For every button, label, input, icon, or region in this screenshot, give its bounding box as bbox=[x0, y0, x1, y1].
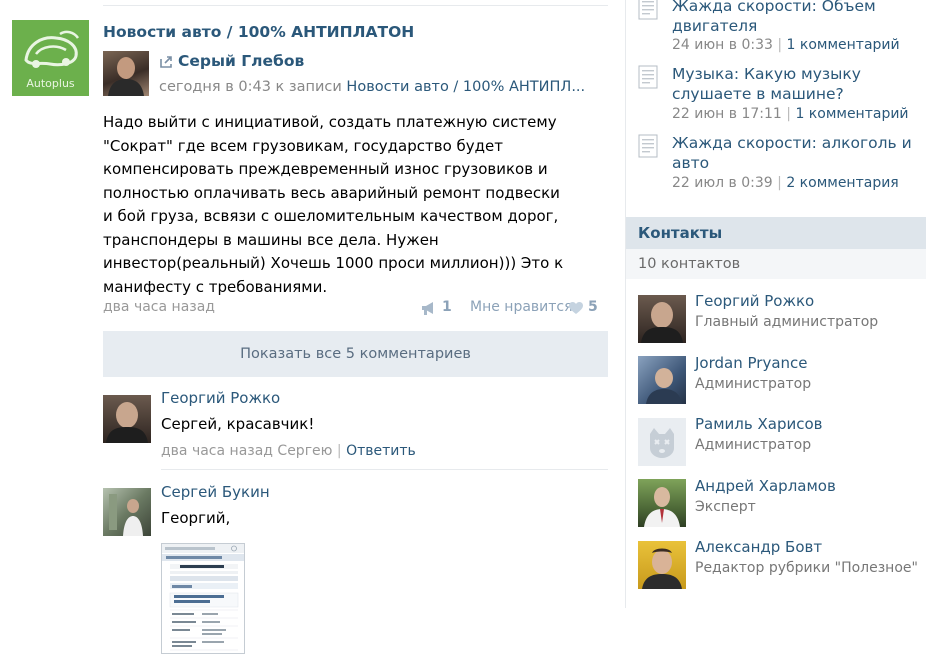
topic-comments-link[interactable]: 1 комментарий bbox=[795, 106, 908, 122]
avatar-silhouette-icon bbox=[106, 402, 148, 443]
attached-screenshot-thumbnail[interactable] bbox=[161, 543, 245, 654]
post-group-title[interactable]: Новости авто / 100% АНТИПЛАТОН bbox=[103, 23, 414, 41]
contact-avatar[interactable] bbox=[638, 356, 686, 404]
repost-author-avatar[interactable] bbox=[103, 51, 149, 96]
topic-meta: 22 июл в 0:39 | 2 комментария bbox=[672, 175, 899, 191]
repost-time[interactable]: сегодня в 0:43 bbox=[159, 79, 271, 95]
document-icon bbox=[638, 65, 658, 89]
sidebar: Жажда скорости: Объем двигателя 24 июн в… bbox=[626, 0, 938, 654]
group-logo-text: Autoplus bbox=[26, 77, 75, 90]
comment-author-avatar[interactable] bbox=[103, 488, 151, 536]
post-text: Надо выйти с инициативой, создать платеж… bbox=[103, 113, 564, 296]
share-count[interactable]: 1 bbox=[442, 299, 452, 315]
repost-arrow-icon bbox=[160, 56, 172, 68]
megaphone-icon[interactable] bbox=[420, 300, 438, 316]
contact-name[interactable]: Георгий Рожко bbox=[695, 292, 814, 310]
document-screenshot-icon bbox=[162, 544, 244, 651]
default-dog-avatar-icon bbox=[650, 428, 674, 458]
repost-meta: сегодня в 0:43 к записи Новости авто / 1… bbox=[159, 79, 604, 95]
comment-time[interactable]: два часа назад Сергею bbox=[161, 443, 332, 459]
comment-text: Георгий, bbox=[161, 509, 231, 527]
reply-link[interactable]: Ответить bbox=[346, 443, 416, 459]
post-time[interactable]: два часа назад bbox=[103, 299, 215, 315]
contact-avatar[interactable] bbox=[638, 541, 686, 589]
comment-divider bbox=[161, 469, 608, 470]
contacts-count[interactable]: 10 контактов bbox=[626, 249, 926, 279]
contacts-header[interactable]: Контакты bbox=[626, 217, 926, 249]
topic-link[interactable]: Жажда скорости: алкоголь и авто bbox=[672, 133, 922, 173]
wall-column: Autoplus Новости авто / 100% АНТИПЛАТОН … bbox=[0, 0, 622, 654]
topic-comments-link[interactable]: 2 комментария bbox=[786, 175, 898, 191]
group-avatar[interactable]: Autoplus bbox=[12, 20, 89, 96]
meta-separator: | bbox=[777, 175, 782, 191]
topic-link[interactable]: Музыка: Какую музыку слушаете в машине? bbox=[672, 64, 922, 104]
contact-role: Администратор bbox=[695, 437, 812, 453]
avatar-silhouette-icon bbox=[641, 302, 683, 343]
contact-name[interactable]: Рамиль Харисов bbox=[695, 415, 823, 433]
avatar-silhouette-icon bbox=[109, 494, 143, 536]
meta-separator: | bbox=[786, 106, 791, 122]
contact-role: Эксперт bbox=[695, 499, 756, 515]
comment-author-avatar[interactable] bbox=[103, 395, 151, 443]
contact-role: Главный администратор bbox=[695, 314, 879, 330]
repost-author-name[interactable]: Серый Глебов bbox=[178, 52, 304, 70]
document-icon bbox=[638, 0, 658, 20]
contact-name[interactable]: Александр Бовт bbox=[695, 538, 822, 556]
meta-separator: | bbox=[777, 37, 783, 53]
document-icon bbox=[638, 134, 658, 158]
avatar-silhouette-icon bbox=[646, 368, 682, 404]
comment-author-name[interactable]: Георгий Рожко bbox=[161, 389, 280, 407]
avatar-silhouette-icon bbox=[644, 487, 680, 527]
topic-link[interactable]: Жажда скорости: Объем двигателя bbox=[672, 0, 922, 36]
meta-separator: | bbox=[336, 443, 342, 459]
comment-text: Сергей, красавчик! bbox=[161, 415, 315, 433]
topic-date: 22 июн в 17:11 bbox=[672, 106, 782, 122]
topic-date: 24 июн в 0:33 bbox=[672, 37, 773, 53]
contact-avatar[interactable] bbox=[638, 418, 686, 466]
contact-role: Администратор bbox=[695, 376, 812, 392]
repost-prefix: к записи bbox=[275, 79, 342, 95]
topic-meta: 22 июн в 17:11 | 1 комментарий bbox=[672, 106, 909, 122]
topic-meta: 24 июн в 0:33 | 1 комментарий bbox=[672, 37, 900, 53]
avatar-silhouette-icon bbox=[642, 548, 682, 589]
show-all-comments-button[interactable]: Показать все 5 комментариев bbox=[103, 331, 608, 377]
heart-icon[interactable] bbox=[568, 301, 584, 315]
car-logo-icon bbox=[24, 30, 80, 68]
contact-avatar[interactable] bbox=[638, 479, 686, 527]
topic-comments-link[interactable]: 1 комментарий bbox=[787, 37, 900, 53]
topic-date: 22 июл в 0:39 bbox=[672, 175, 773, 191]
divider bbox=[103, 5, 608, 6]
contact-name[interactable]: Андрей Харламов bbox=[695, 477, 836, 495]
contact-avatar[interactable] bbox=[638, 295, 686, 343]
like-count[interactable]: 5 bbox=[588, 299, 598, 315]
comment-meta: два часа назад Сергею | Ответить bbox=[161, 443, 416, 459]
contact-role: Редактор рубрики "Полезное" bbox=[695, 560, 918, 576]
avatar-silhouette-icon bbox=[108, 57, 144, 96]
like-button[interactable]: Мне нравится bbox=[470, 299, 573, 315]
contact-name[interactable]: Jordan Pryance bbox=[695, 354, 808, 372]
repost-target-link[interactable]: Новости авто / 100% АНТИПЛ... bbox=[346, 79, 585, 95]
comment-author-name[interactable]: Сергей Букин bbox=[161, 483, 270, 501]
